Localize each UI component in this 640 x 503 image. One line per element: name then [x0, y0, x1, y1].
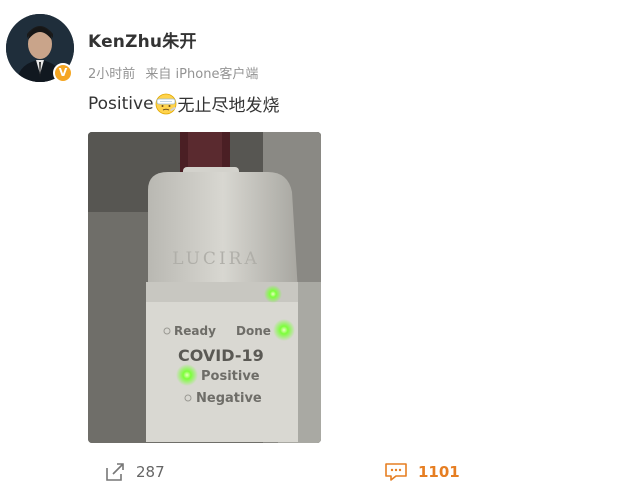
share-count: 287 — [136, 463, 165, 481]
post-text-after: 无止尽地发烧 — [177, 96, 280, 116]
username[interactable]: KenZhu朱开 — [88, 27, 197, 52]
post-photo[interactable]: LUCIRA Ready Done COVID-19 Positive Nega… — [88, 132, 321, 443]
covid-label: COVID-19 — [178, 346, 264, 365]
device-brand-text: LUCIRA — [172, 249, 260, 269]
sick-face-emoji-icon — [155, 93, 176, 114]
post-source: 来自 iPhone客户端 — [145, 67, 259, 82]
share-icon — [106, 463, 124, 481]
comment-count: 1101 — [418, 463, 460, 481]
post-text-before: Positive — [88, 93, 154, 114]
share-button[interactable]: 287 — [104, 462, 165, 482]
positive-label: Positive — [201, 369, 260, 384]
comment-icon — [385, 463, 407, 481]
covid-test-photo: LUCIRA Ready Done COVID-19 Positive Nega… — [88, 132, 321, 443]
comment-button[interactable]: 1101 — [384, 462, 460, 482]
done-label: Done — [236, 324, 271, 338]
post-text: Positive 无止尽地发烧 — [88, 91, 280, 116]
post-time[interactable]: 2小时前 — [88, 67, 135, 82]
verified-badge: V — [53, 63, 73, 83]
negative-label: Negative — [196, 391, 262, 406]
ready-label: Ready — [174, 324, 216, 338]
post-meta: 2小时前 来自 iPhone客户端 — [88, 63, 264, 82]
